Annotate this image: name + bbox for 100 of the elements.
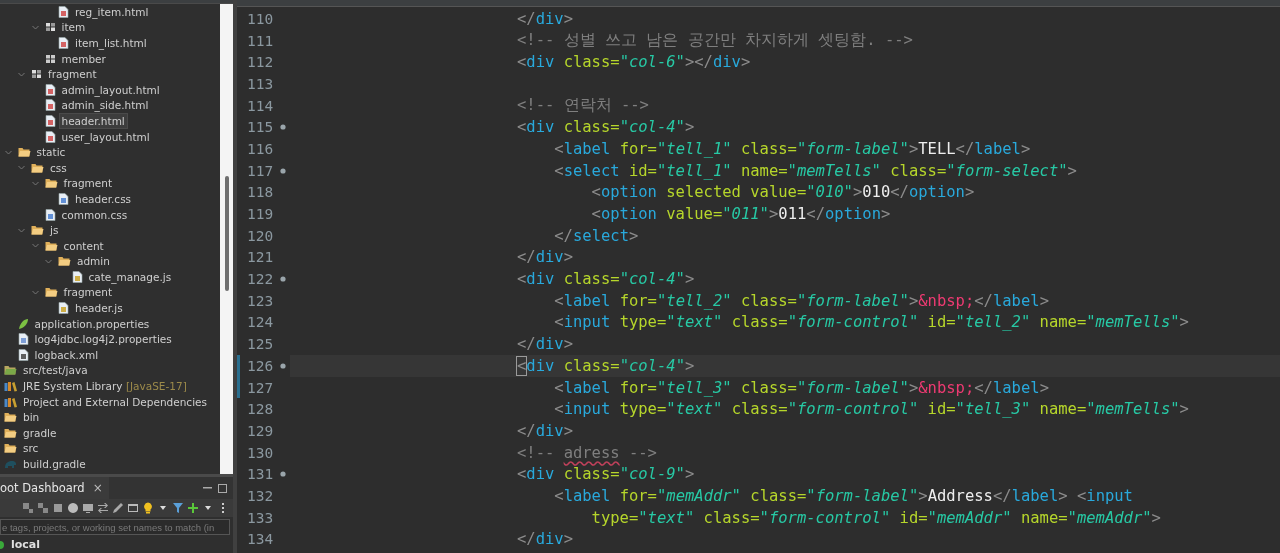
package-icon — [31, 68, 42, 81]
code-line: </select> — [553, 226, 639, 245]
filter-icon[interactable] — [172, 502, 184, 514]
line-number: 129 — [246, 422, 275, 439]
lightbulb-icon[interactable] — [142, 502, 154, 514]
close-icon[interactable]: × — [92, 481, 103, 495]
file-icon — [17, 333, 29, 346]
line-number: 127 — [246, 379, 275, 396]
tree-item[interactable]: fragment — [60, 284, 116, 301]
file-icon — [71, 270, 83, 283]
fold-icon[interactable] — [280, 276, 286, 283]
tree-item[interactable]: logback.xml — [31, 346, 102, 363]
view-tab[interactable]: oot Dashboard × — [0, 477, 109, 499]
tree-item[interactable]: src — [20, 440, 42, 457]
code-line: type="text" class="form-control" id="memAddr" name="memAddr"> — [590, 508, 1161, 527]
tree-item[interactable]: item — [58, 19, 89, 36]
tree-item[interactable]: member — [58, 50, 109, 67]
elephant-icon — [4, 458, 17, 470]
filter-field[interactable]: e tags, projects, or working set names to match (in — [0, 519, 230, 535]
leaf-icon — [17, 317, 29, 330]
tree-item[interactable]: header.css — [72, 190, 135, 207]
library-icon — [4, 380, 17, 393]
tree-item[interactable]: src/test/java — [20, 362, 91, 379]
line-number: 120 — [246, 227, 275, 244]
code-line: <div class="col-9"> — [515, 465, 695, 484]
line-number: 123 — [246, 292, 275, 309]
window-icon[interactable] — [127, 502, 139, 514]
code-line: <input type="text" class="form-control" id="tell_3" name="memTells"> — [553, 400, 1189, 419]
folder-icon — [31, 224, 44, 237]
console-icon[interactable] — [82, 502, 94, 514]
line-number: 113 — [246, 75, 275, 92]
target-label[interactable]: local — [11, 538, 41, 551]
fold-icon[interactable] — [280, 124, 286, 131]
line-number: 134 — [246, 531, 275, 548]
fold-icon[interactable] — [280, 167, 286, 174]
code-line: </div> — [515, 248, 573, 267]
line-number: 115 — [246, 119, 275, 136]
tree-item[interactable]: fragment — [60, 175, 116, 192]
tree-item[interactable]: cate_manage.js — [85, 268, 175, 285]
folder-icon — [4, 364, 17, 377]
folder-icon — [31, 161, 44, 174]
tree-item[interactable]: admin — [74, 253, 113, 270]
fold-icon[interactable] — [280, 471, 286, 478]
library-icon — [4, 395, 17, 408]
line-number: 111 — [246, 32, 275, 49]
code-line: </div> — [515, 9, 573, 28]
code-line: <select id="tell_1" name="memTells" class="form-select"> — [553, 161, 1077, 180]
pencil-icon[interactable] — [112, 502, 124, 514]
line-number: 126 — [246, 357, 275, 374]
line-number: 112 — [246, 54, 275, 71]
folder-icon — [4, 426, 17, 439]
tree-item[interactable]: fragment — [45, 66, 100, 83]
tree-item[interactable]: application.properties — [31, 315, 153, 332]
line-number: 122 — [246, 271, 275, 288]
tree-item[interactable]: header.js — [72, 300, 126, 317]
line-number: 118 — [246, 184, 275, 201]
tree-item[interactable]: header.html — [58, 112, 128, 129]
folder-icon — [58, 255, 71, 268]
tree-item[interactable]: admin_side.html — [58, 97, 152, 114]
scrollbar[interactable] — [220, 4, 233, 474]
folder-icon — [44, 286, 58, 299]
line-number: 132 — [246, 487, 275, 504]
code-line: <label for="tell_1" class="form-label">TELL</label> — [553, 139, 1031, 158]
tree-item[interactable]: content — [60, 237, 107, 254]
code-line: <label for="tell_2" class="form-label">&nbsp;</label> — [553, 291, 1049, 310]
folder-icon — [44, 177, 58, 190]
file-icon — [44, 83, 56, 96]
code-line: <div class="col-4"> — [515, 118, 695, 137]
tree-item[interactable]: static — [33, 144, 69, 161]
code-line: <div class="col-6"></div> — [515, 53, 751, 72]
code-line: <!-- 성별 쓰고 남은 공간만 차지하게 셋팅함. --> — [515, 30, 913, 52]
folder-icon — [17, 146, 31, 159]
code-line: <label for="tell_3" class="form-label">&nbsp;</label> — [553, 378, 1049, 397]
stop-icon[interactable] — [52, 502, 64, 514]
tree-item[interactable]: log4jdbc.log4j2.properties — [31, 331, 175, 348]
swap-icon[interactable] — [97, 502, 109, 514]
file-icon — [58, 302, 69, 315]
tree-item[interactable]: css — [47, 159, 70, 176]
code-line: <!-- 연락처 --> — [515, 95, 649, 117]
tree-item[interactable]: JRE System Library [JavaSE-17] — [20, 378, 190, 395]
code-line: <!-- adress --> — [515, 443, 657, 462]
line-number: 119 — [246, 206, 275, 223]
line-number: 125 — [246, 336, 275, 353]
tree-item[interactable]: reg_item.html — [72, 4, 152, 20]
code-line: <input type="text" class="form-control" id="tell_2" name="memTells"> — [553, 313, 1189, 332]
tree-item[interactable]: common.css — [58, 206, 131, 223]
code-line: </div> — [515, 530, 573, 549]
tree-item[interactable]: gradle — [20, 424, 60, 441]
tree-item[interactable]: user_layout.html — [58, 128, 153, 145]
fold-icon[interactable] — [280, 362, 286, 369]
tree-item[interactable]: bin — [20, 409, 43, 426]
tree-item[interactable]: js — [47, 222, 62, 239]
line-number: 131 — [246, 466, 275, 483]
tree-item[interactable]: Project and External Dependencies — [20, 393, 210, 410]
line-number: 133 — [246, 509, 275, 526]
maximize-icon[interactable] — [218, 483, 227, 493]
tree-item[interactable]: item_list.html — [72, 35, 150, 51]
tree-item[interactable]: build.gradle — [20, 456, 89, 472]
tree-item[interactable]: admin_layout.html — [58, 81, 163, 98]
plus-icon[interactable] — [187, 502, 199, 514]
